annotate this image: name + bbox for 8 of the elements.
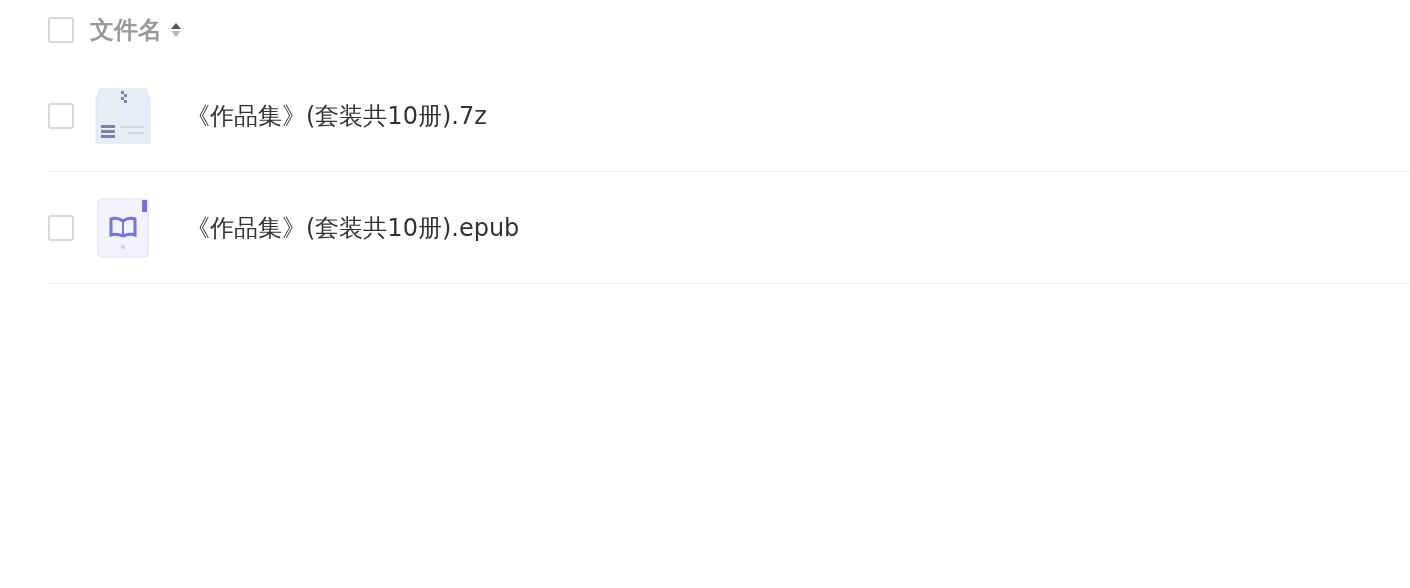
book-file-icon bbox=[97, 197, 149, 258]
archive-file-icon bbox=[94, 86, 152, 145]
checkbox[interactable] bbox=[48, 102, 74, 129]
checkbox[interactable] bbox=[48, 17, 74, 43]
file-name[interactable]: 《作品集》(套装共10册).7z bbox=[186, 99, 487, 132]
column-header: 文件名 bbox=[90, 15, 162, 46]
checkbox[interactable] bbox=[48, 214, 74, 241]
file-name[interactable]: 《作品集》(套装共10册).epub bbox=[186, 211, 520, 244]
